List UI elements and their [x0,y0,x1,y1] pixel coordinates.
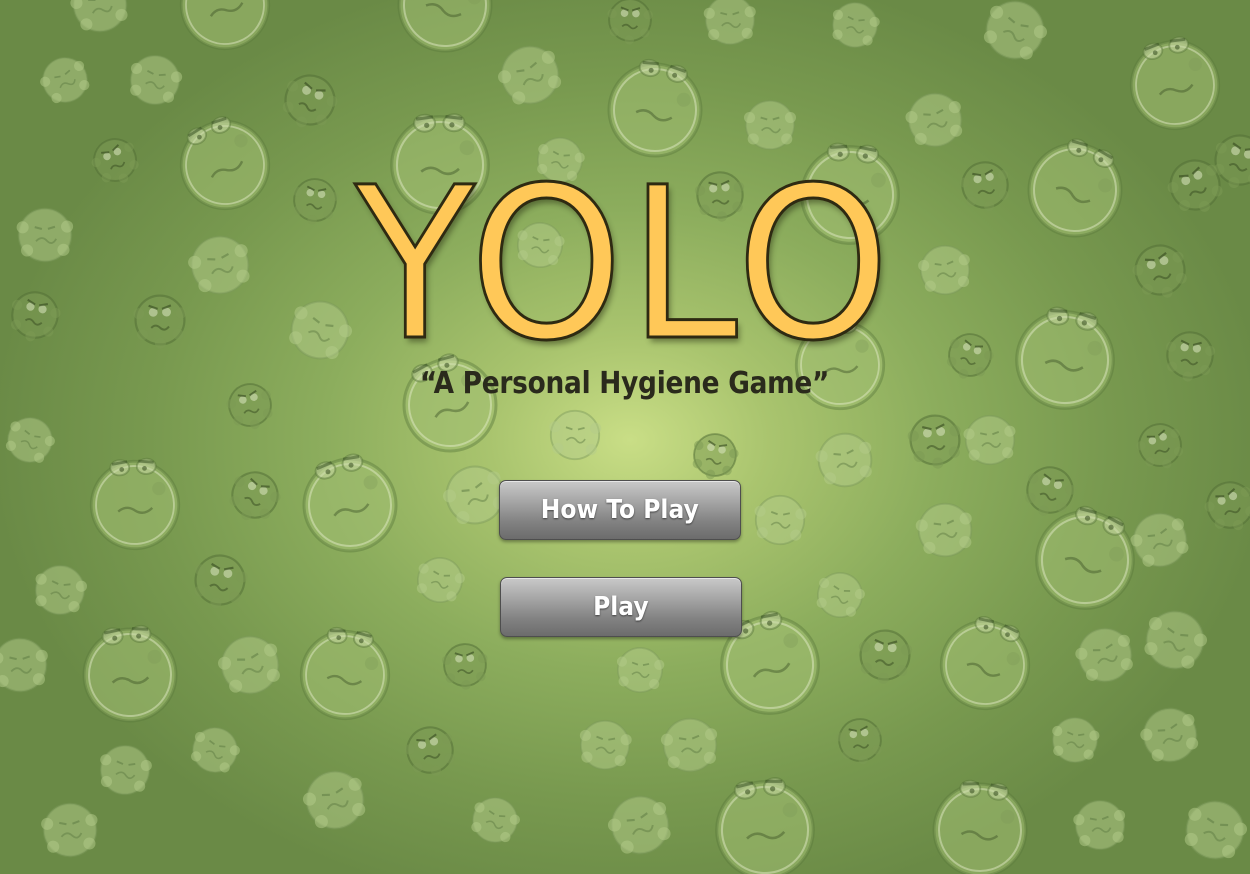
germ-icon [1123,504,1197,576]
germ-icon [904,411,967,474]
germ-icon [296,762,374,838]
germ-icon [751,493,809,547]
germ-icon [811,427,879,493]
germ-icon [87,455,183,553]
germ-icon [961,413,1019,467]
germ-icon [78,621,182,727]
germ-icon [1070,797,1130,853]
germ-icon [1135,601,1215,679]
germ-icon [291,444,409,564]
germ-icon [187,550,252,615]
germ-icon [29,560,91,620]
play-button[interactable]: Play [500,577,742,637]
germ-icon [273,66,345,138]
how-to-play-button[interactable]: How To Play [499,480,741,540]
germ-icon [386,0,505,64]
how-to-play-label: How To Play [540,495,700,525]
germ-icon [0,409,62,471]
germ-icon [657,714,723,776]
germ-icon [826,0,884,53]
germ-icon [613,645,667,695]
germ-icon [33,49,97,111]
germ-icon [900,87,970,153]
germ-icon [211,628,289,702]
germ-icon [809,566,871,624]
germ-icon [489,35,571,115]
germ-icon [1176,792,1250,868]
germ-icon [464,790,526,850]
germ-icon [833,714,888,769]
play-label: Play [593,592,649,622]
germ-icon [184,719,246,781]
germ-icon [1130,416,1191,477]
germ-icon [123,50,187,110]
germ-icon [709,772,821,874]
germ-icon [911,498,979,562]
game-title: YOLO [353,142,896,387]
germ-icon [575,717,635,773]
germ-icon [1069,620,1141,690]
germ-background-pattern [0,0,1250,874]
germ-icon [855,627,915,687]
germ-icon [220,463,288,531]
germ-icon [38,800,102,860]
germ-icon [294,622,397,726]
game-subtitle: “A Personal Hygiene Game” [420,366,830,401]
germ-icon [702,0,758,47]
germ-icon [605,0,655,47]
germ-icon [600,786,680,864]
germ-icon [1133,699,1207,771]
germ-icon [440,641,491,692]
germ-icon [94,741,156,799]
germ-icon [1197,473,1250,541]
germ-icon [686,428,743,486]
germ-icon [64,0,136,39]
germ-icon [1120,28,1230,140]
germ-icon [927,775,1033,874]
germ-icon [547,408,603,462]
germ-icon [0,636,51,694]
germ-icon [928,606,1043,722]
germ-icon [166,0,283,63]
germ-icon [974,0,1056,70]
germ-icon [410,551,470,609]
germ-icon [1047,714,1103,766]
germ-icon [398,720,463,784]
